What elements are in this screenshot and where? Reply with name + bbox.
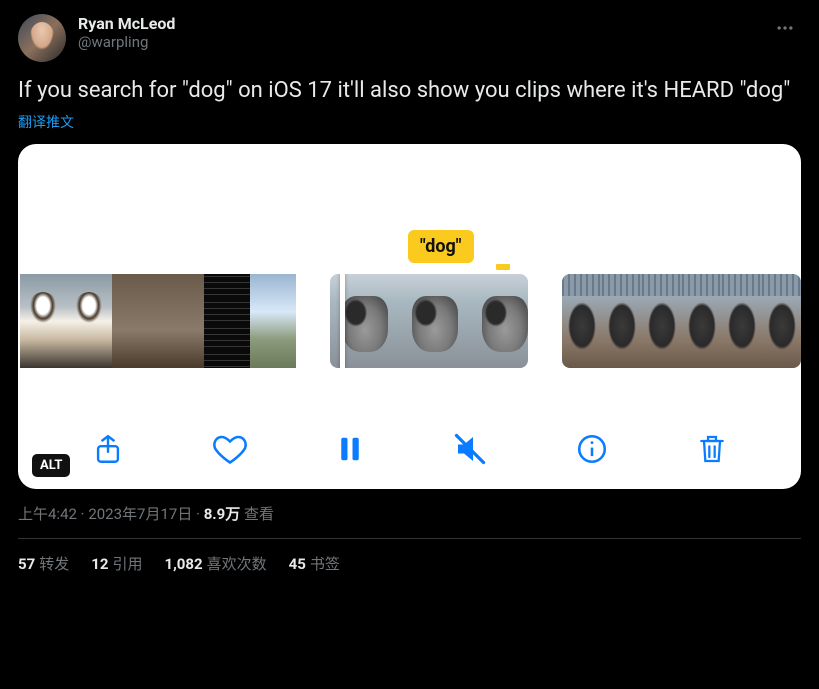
share-button[interactable] [91,432,125,466]
video-frame [682,274,722,368]
video-frame [250,274,296,368]
bookmarks-stat[interactable]: 45书签 [289,553,340,574]
tweet-time[interactable]: 上午4:42 [18,505,77,523]
video-frame [204,274,250,368]
translate-link[interactable]: 翻译推文 [18,112,74,132]
video-frame [112,274,158,368]
trash-icon [696,432,728,466]
mute-icon [452,431,488,467]
delete-button[interactable] [696,432,728,466]
clip-group-1 [20,274,296,368]
video-filmstrip [18,274,801,368]
highlight-marker [496,264,510,270]
divider [18,538,801,539]
clip-group-3 [562,274,801,368]
likes-stat[interactable]: 1,082喜欢次数 [164,553,266,574]
info-button[interactable] [575,432,609,466]
video-frame [20,274,66,368]
mute-button[interactable] [452,431,488,467]
video-frame [602,274,642,368]
video-frame [400,274,470,368]
tweet-meta: 上午4:42 · 2023年7月17日 · 8.9万 查看 [18,503,801,524]
favorite-button[interactable] [212,431,248,467]
retweets-stat[interactable]: 57转发 [18,553,69,574]
quotes-stat[interactable]: 12引用 [91,553,142,574]
stats-row: 57转发 12引用 1,082喜欢次数 45书签 [18,553,801,574]
video-frame [66,274,112,368]
video-frame [470,274,528,368]
more-button[interactable] [769,14,801,46]
tweet-date[interactable]: 2023年7月17日 [88,505,192,523]
video-frame [642,274,682,368]
author-block[interactable]: Ryan McLeod @warpling [78,14,769,51]
alt-badge[interactable]: ALT [32,454,70,477]
avatar[interactable] [18,14,66,62]
playhead[interactable] [340,274,345,368]
ellipsis-icon [775,18,795,38]
share-icon [91,432,125,466]
pause-icon [335,432,365,466]
video-frame [722,274,762,368]
video-frame [762,274,801,368]
display-name: Ryan McLeod [78,14,769,33]
media-attachment[interactable]: "dog" [18,144,801,489]
info-icon [575,432,609,466]
video-frame [562,274,602,368]
clip-group-2[interactable] [330,274,528,368]
views-count: 8.9万 [204,505,241,523]
video-frame [158,274,204,368]
handle: @warpling [78,33,769,51]
tweet-text: If you search for "dog" on iOS 17 it'll … [18,76,801,106]
pause-button[interactable] [335,432,365,466]
views-label: 查看 [240,505,274,523]
tweet-header: Ryan McLeod @warpling [18,14,801,62]
search-highlight-badge: "dog" [408,230,474,263]
media-toolbar [18,431,801,467]
heart-icon [212,431,248,467]
tweet-container: Ryan McLeod @warpling If you search for … [0,0,819,582]
